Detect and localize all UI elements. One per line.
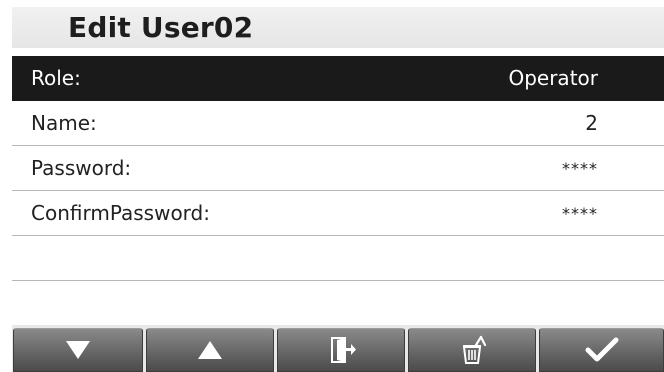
checkmark-icon [585,337,618,362]
field-label-role: Role: [31,66,81,90]
field-value-confirm-password: **** [562,204,598,223]
field-row-name[interactable]: Name: 2 [12,101,664,146]
field-row-confirm-password[interactable]: ConfirmPassword: **** [12,191,664,236]
field-label-confirm-password: ConfirmPassword: [31,201,210,225]
empty-row [12,281,664,326]
arrow-up-icon [198,341,222,359]
field-label-name: Name: [31,111,97,135]
delete-icon [462,335,487,364]
scroll-up-button[interactable] [146,328,274,372]
softkey-toolbar [12,325,664,372]
field-list: Role: Operator Name: 2 Password: **** Co… [12,56,664,326]
field-value-name: 2 [585,111,598,135]
edit-user-screen: Edit User02 Role: Operator Name: 2 Passw… [12,7,664,372]
empty-row [12,236,664,281]
field-row-password[interactable]: Password: **** [12,146,664,191]
page-title: Edit User02 [68,11,254,44]
field-value-password: **** [562,159,598,178]
exit-icon [331,337,356,363]
confirm-button[interactable] [539,328,664,372]
exit-button[interactable] [277,328,405,372]
field-value-role: Operator [508,66,598,90]
title-bar: Edit User02 [12,7,664,48]
arrow-down-icon [66,341,90,359]
field-row-role[interactable]: Role: Operator [12,56,664,101]
scroll-down-button[interactable] [13,328,143,372]
field-label-password: Password: [31,156,132,180]
delete-button[interactable] [408,328,536,372]
